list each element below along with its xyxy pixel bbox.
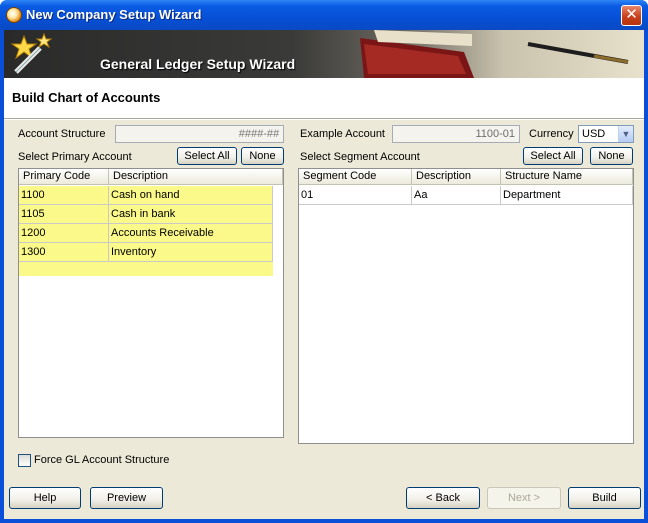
grid-header: Primary Code Description (19, 169, 283, 185)
preview-button[interactable]: Preview (90, 487, 163, 509)
close-icon: ✕ (625, 6, 638, 23)
example-account-label: Example Account (300, 128, 385, 140)
header-divider (4, 118, 644, 120)
row-code: 1300 (19, 243, 109, 262)
force-gl-checkbox[interactable] (18, 454, 31, 467)
row-description: Accounts Receivable (109, 224, 273, 243)
select-segment-label: Select Segment Account (300, 151, 420, 163)
primary-select-all-button[interactable]: Select All (177, 147, 237, 165)
currency-value: USD (582, 128, 606, 140)
col-primary-code[interactable]: Primary Code (19, 169, 109, 185)
segment-accounts-grid[interactable]: Segment Code Description Structure Name … (298, 168, 634, 444)
ledger-book-icon (360, 30, 474, 78)
close-button[interactable]: ✕ (621, 5, 642, 26)
row-structure: Department (501, 186, 633, 205)
back-button[interactable]: < Back (406, 487, 480, 509)
force-gl-label[interactable]: Force GL Account Structure (34, 454, 169, 466)
pen-icon (527, 42, 629, 64)
row-code: 1100 (19, 186, 109, 205)
account-structure-field[interactable]: ####-## (115, 125, 284, 143)
table-row[interactable]: 01 Aa Department (299, 186, 633, 205)
next-button[interactable]: Next > (487, 487, 561, 509)
currency-label: Currency (529, 128, 574, 140)
segment-none-button[interactable]: None (590, 147, 633, 165)
table-row[interactable]: 1100 Cash on hand (19, 186, 273, 205)
row-description: Cash in bank (109, 205, 273, 224)
account-structure-label: Account Structure (18, 128, 106, 140)
primary-accounts-grid[interactable]: Primary Code Description 1100 Cash on ha… (18, 168, 284, 438)
chevron-down-icon[interactable]: ▼ (618, 126, 633, 142)
example-account-field[interactable]: 1100-01 (392, 125, 520, 143)
row-description: Aa (412, 186, 501, 205)
new-row-placeholder[interactable] (19, 262, 273, 276)
wizard-body: General Ledger Setup Wizard Build Chart … (4, 30, 644, 519)
table-row[interactable]: 1105 Cash in bank (19, 205, 273, 224)
row-code: 01 (299, 186, 412, 205)
title-bar[interactable]: New Company Setup Wizard ✕ (0, 0, 648, 30)
app-icon (6, 7, 22, 23)
col-segment-code[interactable]: Segment Code (299, 169, 412, 185)
col-description[interactable]: Description (109, 169, 283, 185)
row-description: Inventory (109, 243, 273, 262)
wizard-window: New Company Setup Wizard ✕ General Ledge… (0, 0, 648, 523)
build-button[interactable]: Build (568, 487, 641, 509)
page-title: Build Chart of Accounts (12, 90, 161, 105)
currency-select[interactable]: USD ▼ (578, 125, 634, 143)
window-title: New Company Setup Wizard (26, 7, 202, 22)
magic-wand-icon (10, 32, 53, 74)
col-structure-name[interactable]: Structure Name (501, 169, 633, 185)
row-code: 1200 (19, 224, 109, 243)
segment-select-all-button[interactable]: Select All (523, 147, 583, 165)
table-row[interactable]: 1200 Accounts Receivable (19, 224, 273, 243)
grid-header: Segment Code Description Structure Name (299, 169, 633, 185)
wizard-banner: General Ledger Setup Wizard (4, 30, 644, 78)
table-row[interactable]: 1300 Inventory (19, 243, 273, 262)
row-description: Cash on hand (109, 186, 273, 205)
help-button[interactable]: Help (9, 487, 81, 509)
row-code: 1105 (19, 205, 109, 224)
page-header: Build Chart of Accounts (4, 78, 644, 118)
banner-title: General Ledger Setup Wizard (100, 56, 296, 72)
primary-none-button[interactable]: None (241, 147, 284, 165)
col-description[interactable]: Description (412, 169, 501, 185)
select-primary-label: Select Primary Account (18, 151, 132, 163)
